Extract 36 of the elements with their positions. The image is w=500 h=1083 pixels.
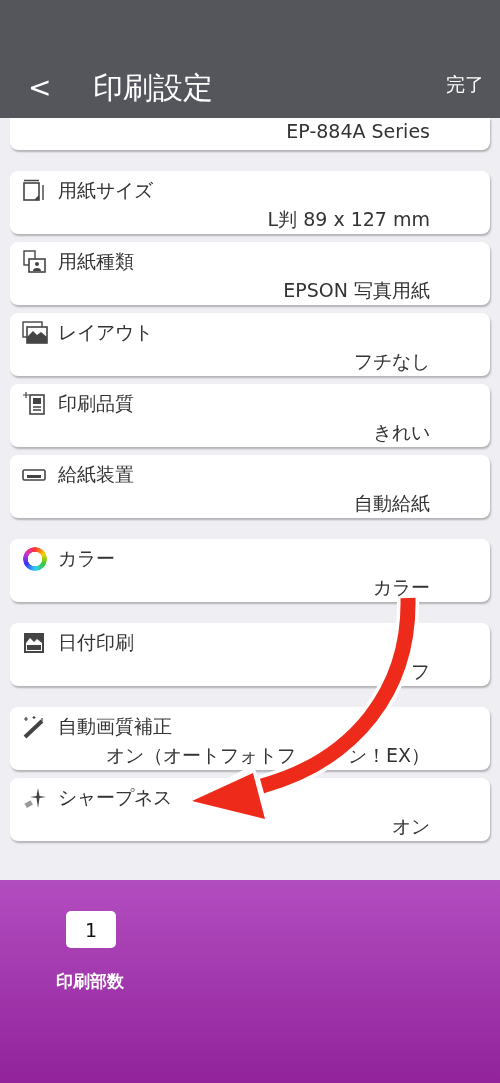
printer-name: EP-884A Series [286,120,430,142]
setting-card[interactable]: 用紙種類 EPSON 写真用紙 [10,242,490,305]
setting-label: レイアウト [58,320,153,345]
setting-card[interactable]: 日付印刷 フ [10,623,490,686]
color-wheel-icon [22,547,48,571]
setting-value: カラー [373,575,430,600]
setting-value: きれい [373,420,430,445]
photo-paper-icon [22,250,48,274]
setting-label: シャープネス [58,785,172,810]
setting-card[interactable]: レイアウト フチなし [10,313,490,376]
printer-card[interactable]: EP-884A Series [10,118,490,150]
setting-label: 用紙種類 [58,249,134,274]
setting-label: 日付印刷 [58,630,134,655]
setting-label: 印刷品質 [58,391,134,416]
setting-card[interactable]: 印刷品質 きれい [10,384,490,447]
document-sparkle-icon [22,392,48,416]
back-button[interactable]: < [28,71,52,104]
setting-label: 用紙サイズ [58,178,153,203]
setting-value: オン（オートフォトフ [105,743,296,768]
setting-label: 自動画質補正 [58,714,172,739]
copies-label: 印刷部数 [56,970,124,993]
picture-layout-icon [22,321,48,345]
setting-value: オン [392,814,430,839]
setting-value: EPSON 写真用紙 [283,278,430,303]
setting-card[interactable]: 給紙装置 自動給紙 [10,455,490,518]
setting-value: 自動給紙 [354,491,430,516]
setting-value: フチなし [354,349,430,374]
setting-value: L判 89 x 127 mm [267,207,430,232]
setting-value: フ [411,659,430,684]
copies-field[interactable]: 1 [66,911,116,948]
setting-label: カラー [58,546,115,571]
screen-title: 印刷設定 [93,69,215,107]
setting-label: 給紙装置 [58,462,134,487]
setting-card[interactable]: 用紙サイズ L判 89 x 127 mm [10,171,490,234]
done-button[interactable]: 完了 [446,72,484,98]
setting-card[interactable]: カラー カラー [10,539,490,602]
